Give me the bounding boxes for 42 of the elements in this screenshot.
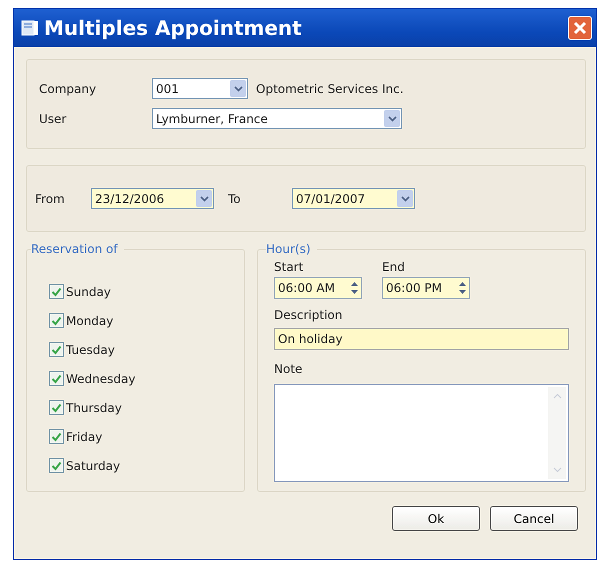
checkbox[interactable] [49,371,64,386]
description-field[interactable]: On holiday [274,328,569,350]
checkbox-label: Sunday [66,284,111,298]
checkbox-label: Saturday [66,458,120,472]
close-button[interactable] [568,16,592,40]
field-label: End [382,260,406,274]
checkbox[interactable] [49,458,64,473]
company-dropdown[interactable]: 001 [152,78,248,99]
cancel-button[interactable]: Cancel [490,506,578,531]
app-icon [20,18,40,38]
checkbox[interactable] [49,429,64,444]
field-label: Description [274,308,344,322]
checkbox-label: Tuesday [66,342,115,356]
time-spinner[interactable]: 06:00 PM [382,277,470,299]
date-picker[interactable]: 23/12/2006 [91,188,214,209]
field-label: User [39,112,68,126]
date-picker[interactable]: 07/01/2007 [292,188,415,209]
checkbox-label: Monday [66,314,114,328]
checkbox-label: Friday [66,430,102,444]
group-title: Reservation of [31,242,119,256]
field-label: Start [274,260,304,274]
field-label: From [35,192,66,206]
field-label: To [228,192,242,206]
scroll-down-icon[interactable] [552,467,562,473]
time-spinner[interactable]: 06:00 AM [274,277,362,299]
note-field[interactable] [274,384,569,482]
close-icon [573,21,587,35]
group-title: Hour(s) [266,242,312,256]
checkbox[interactable] [49,284,64,299]
company-name: Optometric Services Inc. [256,82,404,96]
scroll-up-icon[interactable] [552,393,562,399]
ok-button[interactable]: Ok [392,506,480,531]
checkbox[interactable] [49,400,64,415]
checkbox[interactable] [49,342,64,357]
scrollbar[interactable] [548,387,566,479]
checkbox-label: Thursday [66,400,122,414]
user-dropdown[interactable]: Lymburner, France [152,108,402,129]
window-title: Multiples Appointment [44,16,303,40]
checkbox[interactable] [49,313,64,328]
checkbox-label: Wednesday [66,372,136,386]
field-label: Company [39,82,98,96]
field-label: Note [274,362,304,376]
